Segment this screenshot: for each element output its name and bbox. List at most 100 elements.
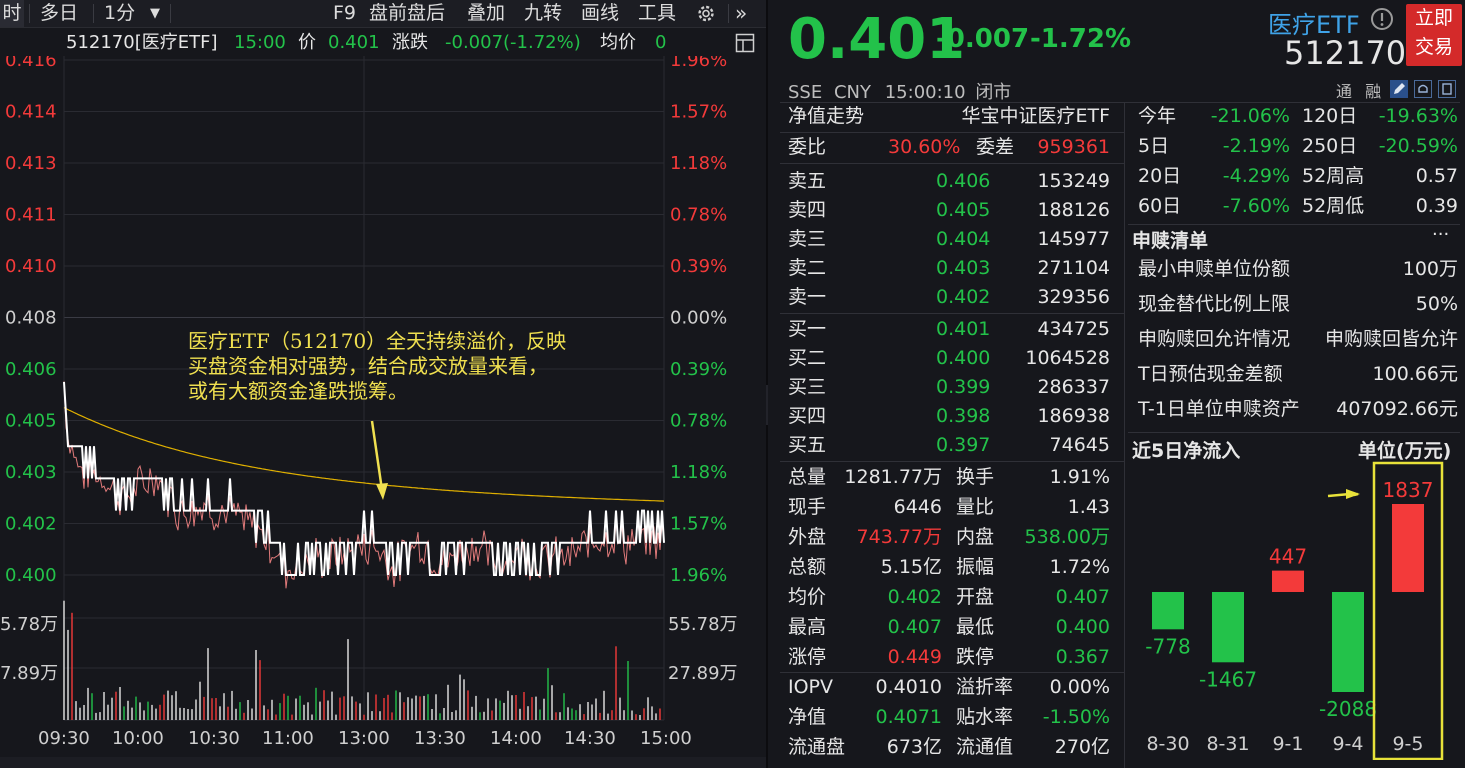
- right-tick-label: 0.78%: [670, 411, 727, 432]
- pencil-icon[interactable]: [1390, 80, 1408, 98]
- premarket-button[interactable]: 盘前盘后: [369, 0, 445, 27]
- redemption-value: 100.66元: [1372, 363, 1458, 385]
- time-tick-label: 13:30: [414, 728, 466, 749]
- annotation-text: 买盘资金相对强势，结合成交放量来看，: [188, 354, 548, 378]
- netflow-category-label: 8-30: [1146, 733, 1189, 755]
- bid-row: 买三 0.399 286337: [788, 373, 1118, 402]
- stat-row: 均价 0.402 开盘 0.407: [788, 583, 1118, 612]
- left-tick-label: 0.406: [5, 359, 57, 380]
- stat-value: 0.400: [1055, 616, 1110, 638]
- trade-now-button[interactable]: 立即 交易: [1406, 4, 1462, 66]
- right-tick-label: 0.39%: [670, 359, 727, 380]
- dropdown-caret-icon[interactable]: ▼: [150, 0, 160, 27]
- right-axis-ticks: 1.96% 1.57% 1.18% 0.78% 0.39% 0.00% 0.39% 0.78%…: [668, 56, 738, 684]
- market-status-line: SSE CNY 15:00:10 闭市: [788, 78, 1011, 104]
- nine-turn-button[interactable]: 九转: [524, 0, 562, 27]
- f9-button[interactable]: F9: [333, 0, 356, 27]
- stat-label: 总量: [788, 466, 827, 488]
- time-tick-label: 13:00: [338, 728, 390, 749]
- intraday-chart[interactable]: 0.416 0.414 0.413 0.411 0.410 0.408 0.406 0.405…: [0, 56, 766, 768]
- level-label: 买三: [788, 376, 827, 398]
- bid-row: 买五 0.397 74645: [788, 431, 1118, 460]
- exclamation-circle-icon[interactable]: [1370, 7, 1394, 35]
- stat-value: 0.4010: [875, 676, 942, 698]
- time-tick-label: 14:00: [490, 728, 542, 749]
- double-chevron-right-icon[interactable]: »: [735, 0, 747, 27]
- quote-time: 15:00:10: [884, 82, 966, 103]
- tools-button[interactable]: 工具: [638, 0, 676, 27]
- gear-icon[interactable]: [694, 0, 718, 27]
- alert-bell-icon[interactable]: [1414, 80, 1432, 98]
- annotation: 医疗ETF（512170）全天持续溢价，反映买盘资金相对强势，结合成交放量来看，…: [188, 329, 566, 500]
- time-axis-ticks: 09:30 10:00 10:30 11:00 13:00 13:30 14:00 14:30…: [38, 728, 692, 749]
- tag-rong: 融: [1365, 82, 1382, 101]
- fund-name: 华宝中证医疗ETF: [961, 105, 1110, 127]
- ask-row: 卖三 0.404 145977: [788, 225, 1118, 254]
- stat-label: 最高: [788, 616, 827, 638]
- right-tick-label: 1.57%: [670, 102, 727, 123]
- stat-value: 1281.77万: [844, 466, 942, 488]
- market: SSE: [788, 82, 823, 103]
- time-tick-label: 09:30: [38, 728, 90, 749]
- period-value: -4.29%: [1222, 165, 1290, 187]
- nav-trend-link[interactable]: 净值走势: [788, 102, 864, 131]
- weibi-value: 30.60%: [888, 136, 961, 158]
- ask-row: 卖一 0.402 329356: [788, 283, 1118, 312]
- stat-value: -1.50%: [1042, 706, 1110, 728]
- period-value: -21.06%: [1210, 105, 1290, 127]
- stat-label: 溢折率: [956, 676, 1014, 698]
- tab-1min[interactable]: 1分: [104, 0, 135, 27]
- period-value: -20.59%: [1378, 135, 1458, 157]
- more-icon[interactable]: ···: [1432, 224, 1449, 245]
- redemption-row: T-1日单位申赎资产 407092.66元: [1138, 395, 1460, 424]
- price-value: 0.401: [328, 32, 380, 53]
- note-icon[interactable]: [1438, 80, 1456, 98]
- tab-intraday[interactable]: 时: [0, 0, 24, 27]
- netflow-bar: [1392, 504, 1424, 592]
- stat-label: 流通值: [956, 736, 1014, 758]
- netflow-value-label: -2088: [1319, 697, 1377, 721]
- redemption-label: T日预估现金差额: [1138, 363, 1283, 385]
- level-price: 0.405: [936, 199, 991, 221]
- right-tick-label: 1.18%: [670, 462, 727, 483]
- trading-status: 闭市: [975, 82, 1012, 103]
- level-price: 0.406: [936, 170, 991, 192]
- period-label: 52周高: [1302, 165, 1365, 187]
- performance-row: 60日 -7.60% 52周低 0.39: [1138, 192, 1460, 221]
- stat-value: 1.91%: [1049, 466, 1110, 488]
- level-price: 0.397: [936, 434, 991, 456]
- separator: [728, 4, 729, 23]
- divider: [1128, 224, 1460, 225]
- divider: [1128, 432, 1460, 433]
- right-tick-label: 0.00%: [670, 308, 727, 329]
- bid-row: 买二 0.400 1064528: [788, 344, 1118, 373]
- highlight-arrowhead: [1346, 489, 1360, 499]
- netflow-value-label: 1837: [1383, 478, 1434, 502]
- period-value: -19.63%: [1378, 105, 1458, 127]
- netflow-value-label: -778: [1145, 634, 1190, 658]
- stat-label: 净值: [788, 706, 827, 728]
- netflow-bar-chart: -778 8-30 -1467 8-31 447 9-1 -2088 9-4 1837 9-5: [1145, 461, 1444, 760]
- margin-tags: 通 融: [1336, 78, 1381, 102]
- redemption-label: 最小申赎单位份额: [1138, 258, 1291, 280]
- redemption-row: 现金替代比例上限 50%: [1138, 290, 1460, 319]
- left-tick-label: 0.408: [5, 308, 57, 329]
- period-label: 120日: [1302, 105, 1358, 127]
- header-change-pct: -1.72%: [1030, 24, 1131, 54]
- tab-multi-day[interactable]: 多日: [40, 0, 78, 27]
- period-value: -2.19%: [1222, 135, 1290, 157]
- level-label: 卖四: [788, 199, 827, 221]
- overlay-button[interactable]: 叠加: [467, 0, 505, 27]
- redemption-value: 407092.66元: [1336, 398, 1458, 420]
- level-label: 卖二: [788, 257, 827, 279]
- stat-value: 0.407: [887, 616, 942, 638]
- volume-tick-label: 27.89万: [668, 663, 738, 684]
- level-price: 0.402: [936, 286, 991, 308]
- level-price: 0.400: [936, 347, 991, 369]
- left-tick-label: 0.403: [5, 462, 57, 483]
- redemption-value: 100万: [1402, 258, 1458, 280]
- level-label: 卖五: [788, 170, 827, 192]
- redemption-row: 申购赎回允许情况 申购赎回皆允许: [1138, 325, 1460, 354]
- weibi-row: 委比 30.60% 委差 959361: [788, 133, 1118, 162]
- draw-line-button[interactable]: 画线: [581, 0, 619, 27]
